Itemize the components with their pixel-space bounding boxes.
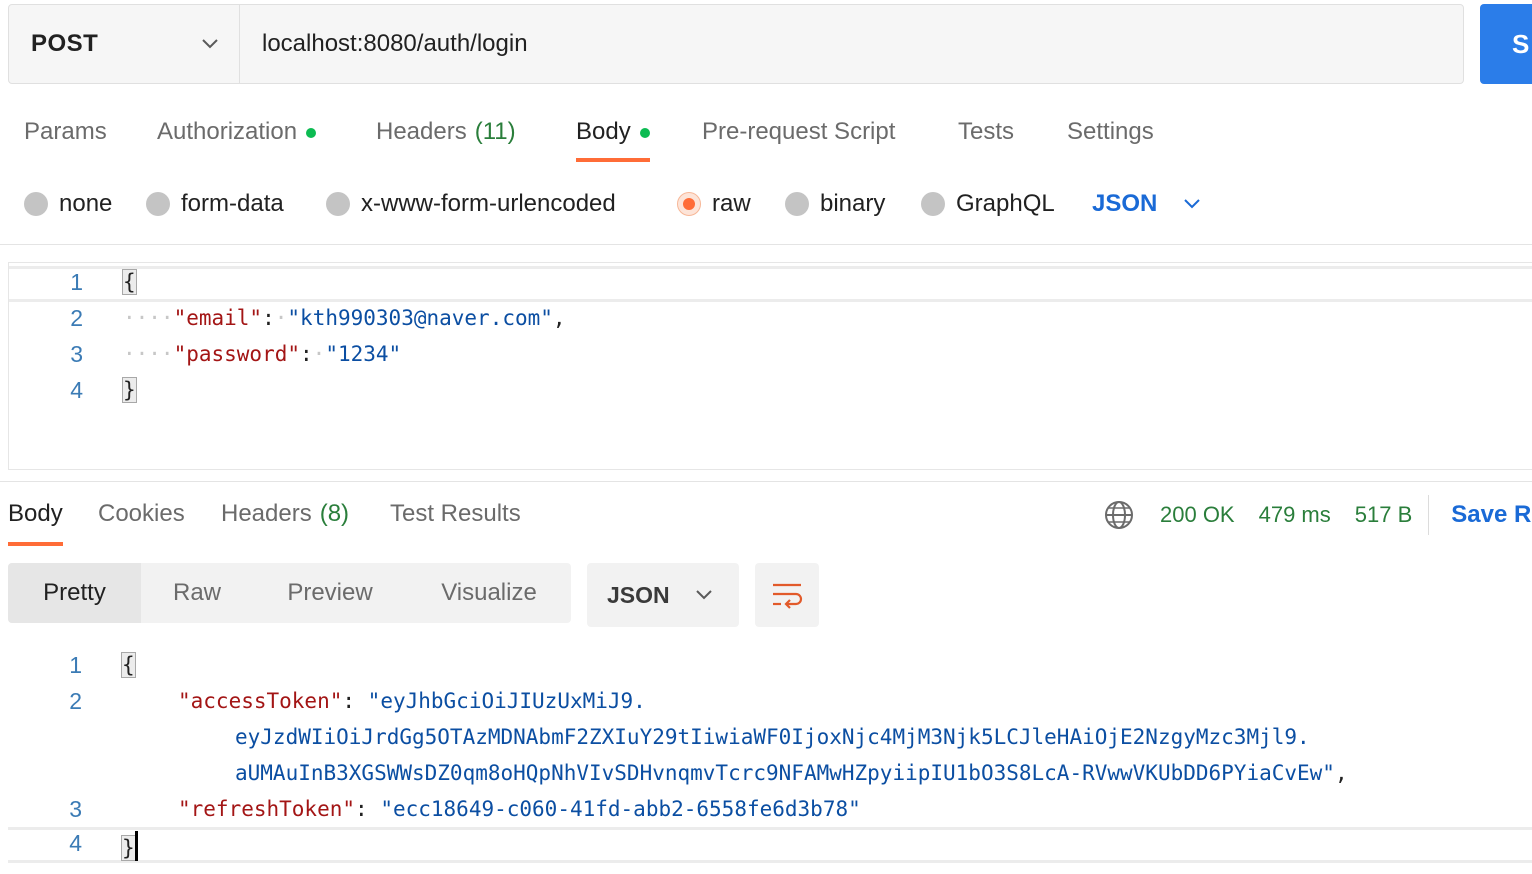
radio-x-www-form-urlencoded[interactable]: x-www-form-urlencoded [326,176,616,232]
method-label: POST [31,30,99,57]
view-raw[interactable]: Raw [141,563,253,623]
code-line: 3 ····"password":·"1234" [70,341,402,367]
tab-authorization[interactable]: Authorization [157,104,317,164]
request-tabs: Params Authorization Headers (11) Body Pr… [0,104,1532,164]
response-tab-headers[interactable]: Headers (8) [221,490,349,548]
response-body-viewer[interactable]: 1 { 2 "accessToken": "eyJhbGciOiJIUzUxMi… [8,646,1532,874]
radio-circle [326,192,350,216]
body-format-label: JSON [1092,190,1158,217]
response-format-select[interactable]: JSON [587,563,739,627]
code-line: 2 "accessToken": "eyJhbGciOiJIUzUxMiJ9. [69,688,646,714]
url-bar: POST [8,4,1464,84]
radio-binary[interactable]: binary [785,176,885,232]
headers-count: (8) [319,500,350,527]
tab-params[interactable]: Params [24,104,107,164]
radio-circle [921,192,945,216]
code-line: 3 "refreshToken": "ecc18649-c060-41fd-ab… [69,796,861,822]
code-line: 4 } [70,377,137,403]
url-input[interactable] [240,5,1463,83]
code-line: 4 } [8,827,1532,863]
separator [1428,495,1430,535]
text-cursor [134,831,138,861]
chevron-down-icon [202,39,218,49]
radio-circle [785,192,809,216]
status-dot-icon [639,128,650,138]
wrap-lines-button[interactable] [755,563,819,627]
chevron-down-icon [696,590,712,600]
view-preview[interactable]: Preview [253,563,407,623]
tab-body[interactable]: Body [576,104,650,164]
body-format-select[interactable]: JSON [1092,176,1201,232]
response-tab-body[interactable]: Body [8,490,63,548]
response-view-modes: Pretty Raw Preview Visualize [8,563,571,623]
radio-raw[interactable]: raw [677,176,751,232]
wrap-lines-icon [773,583,803,609]
radio-form-data[interactable]: form-data [146,176,284,232]
response-tab-cookies[interactable]: Cookies [98,490,185,548]
save-response-button[interactable]: Save R [1451,501,1531,529]
send-button[interactable]: S [1480,4,1532,84]
response-time[interactable]: 479 ms [1259,502,1331,528]
response-format-label: JSON [607,581,670,608]
status-dot-icon [306,128,317,138]
code-line: 2 ····"email":·"kth990303@naver.com", [70,305,566,331]
code-line: aUMAuInB3XGSWWsDZ0qm8oHQpNhVIvSDHvnqmvTc… [235,761,1348,785]
radio-graphql[interactable]: GraphQL [921,176,1055,232]
response-tab-test-results[interactable]: Test Results [390,490,521,548]
body-type-options: none form-data x-www-form-urlencoded raw… [0,176,1532,232]
view-pretty[interactable]: Pretty [8,563,141,623]
divider [0,481,1532,482]
radio-circle [146,192,170,216]
chevron-down-icon [1184,199,1201,209]
globe-icon[interactable] [1104,500,1134,530]
tab-pre-request-script[interactable]: Pre-request Script [702,104,895,164]
code-line: 1 { [69,652,136,678]
tab-headers[interactable]: Headers (11) [376,104,516,164]
status-code[interactable]: 200 OK [1160,502,1235,528]
tab-settings[interactable]: Settings [1067,104,1154,164]
radio-none[interactable]: none [24,176,112,232]
code-line: eyJzdWIiOiJrdGg5OTAzMDNAbmF2ZXIuY29tIiwi… [235,725,1310,749]
radio-circle-selected [677,192,701,216]
divider [0,244,1532,245]
method-select[interactable]: POST [9,5,240,83]
view-visualize[interactable]: Visualize [407,563,571,623]
request-body-editor[interactable]: 1 { 2 ····"email":·"kth990303@naver.com"… [8,262,1532,470]
headers-count: (11) [474,118,516,145]
response-status-bar: 200 OK 479 ms 517 B Save R [1104,490,1531,540]
response-size[interactable]: 517 B [1355,502,1413,528]
tab-tests[interactable]: Tests [958,104,1014,164]
code-line: 1 { [9,266,1532,302]
radio-circle [24,192,48,216]
